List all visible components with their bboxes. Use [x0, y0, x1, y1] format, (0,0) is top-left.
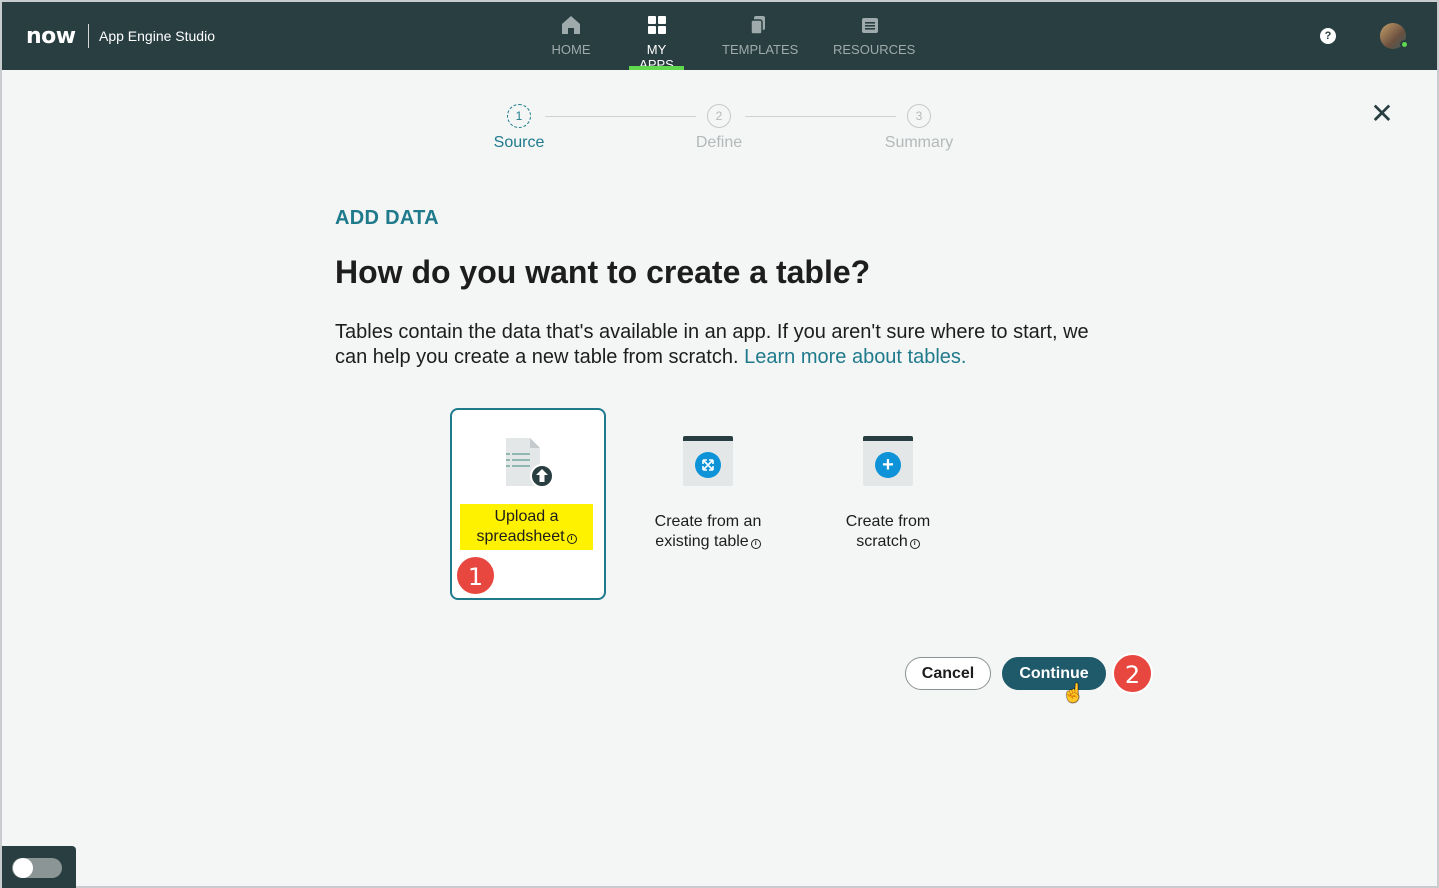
step-badge-1: 1	[455, 555, 496, 596]
table-plus-icon: +	[863, 436, 913, 486]
step-source: 1 Source	[459, 104, 579, 152]
toggle-switch[interactable]	[12, 858, 62, 878]
nav-resources[interactable]: RESOURCES	[833, 14, 915, 70]
home-icon	[562, 16, 580, 34]
step-number: 2	[707, 104, 731, 128]
toggle-knob	[13, 858, 33, 878]
page-description: Tables contain the data that's available…	[335, 320, 1125, 370]
learn-more-link[interactable]: Learn more about tables.	[744, 346, 966, 368]
nav-resources-label: RESOURCES	[833, 42, 916, 57]
app-name: App Engine Studio	[99, 28, 215, 44]
online-status-dot	[1400, 40, 1409, 49]
logo-divider	[88, 24, 89, 48]
step-label: Source	[493, 134, 545, 151]
info-icon[interactable]: i	[750, 539, 761, 549]
option-label-text: Create from an existing table	[654, 513, 762, 550]
pointer-cursor-icon: ☝	[1062, 683, 1085, 703]
page-title: How do you want to create a table?	[335, 254, 871, 290]
table-expand-icon	[683, 436, 733, 486]
step-badge-2: 2	[1112, 653, 1153, 694]
servicenow-logo[interactable]: now	[26, 24, 76, 49]
nav-templates[interactable]: TEMPLATES	[722, 14, 798, 70]
templates-icon	[750, 16, 765, 35]
continue-button[interactable]: Continue	[1002, 657, 1106, 690]
spreadsheet-upload-icon	[506, 438, 554, 488]
option-create-from-existing[interactable]: Create from an existing table i	[630, 408, 786, 600]
info-icon[interactable]: i	[909, 539, 920, 549]
option-create-from-scratch[interactable]: + Create from scratch i	[810, 408, 966, 600]
grid-icon	[647, 16, 666, 34]
option-label: Create from an existing table i	[648, 512, 768, 552]
cancel-button[interactable]: Cancel	[905, 657, 991, 690]
help-icon[interactable]: ?	[1320, 28, 1336, 44]
expand-arrows-icon	[702, 459, 714, 471]
nav-templates-label: TEMPLATES	[722, 42, 799, 57]
step-define: 2 Define	[659, 104, 779, 152]
nav-home-label: HOME	[551, 42, 591, 57]
bottom-toggle-panel	[2, 846, 76, 888]
step-label: Summary	[884, 134, 954, 151]
plus-icon: +	[875, 452, 901, 478]
nav-home[interactable]: HOME	[550, 14, 592, 70]
top-navigation-bar: now App Engine Studio HOME MY APPS TEMPL…	[2, 2, 1437, 72]
section-eyebrow: ADD DATA	[335, 207, 439, 229]
option-label: Create from scratch i	[838, 512, 938, 552]
option-label-text: Upload a spreadsheet	[476, 508, 565, 545]
step-number: 3	[907, 104, 931, 128]
resources-icon	[862, 18, 878, 33]
close-icon[interactable]: ✕	[1370, 100, 1394, 128]
step-number: 1	[507, 104, 531, 128]
active-tab-indicator	[629, 66, 684, 70]
info-icon[interactable]: i	[566, 534, 577, 544]
nav-my-apps[interactable]: MY APPS	[629, 14, 684, 72]
description-text: Tables contain the data that's available…	[335, 321, 1089, 368]
step-summary: 3 Summary	[859, 104, 979, 152]
option-label: Upload a spreadsheet i	[460, 504, 593, 550]
step-label: Define	[695, 134, 743, 151]
